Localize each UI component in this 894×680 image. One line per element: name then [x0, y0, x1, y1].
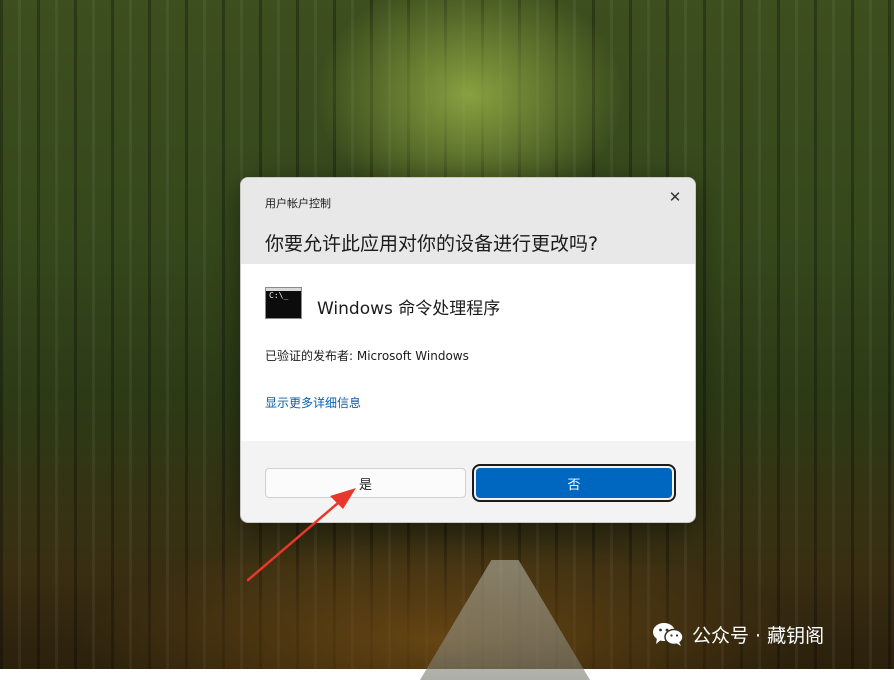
dialog-body: C:\_ Windows 命令处理程序 已验证的发布者: Microsoft W…	[241, 264, 695, 441]
app-name: Windows 命令处理程序	[317, 299, 501, 319]
icon-titlebar	[266, 288, 301, 291]
window-title: 用户帐户控制	[265, 197, 331, 210]
close-button[interactable]: ✕	[661, 184, 689, 210]
command-prompt-icon: C:\_	[265, 287, 302, 319]
dialog-header: 用户帐户控制 ✕ 你要允许此应用对你的设备进行更改吗?	[241, 178, 695, 264]
close-icon: ✕	[668, 188, 682, 206]
watermark-text: 公众号 · 藏钥阁	[692, 624, 825, 647]
watermark: 公众号 · 藏钥阁	[652, 620, 824, 648]
uac-dialog: 用户帐户控制 ✕ 你要允许此应用对你的设备进行更改吗? C:\_ Windows…	[240, 177, 696, 523]
wechat-icon	[653, 623, 684, 646]
show-more-details-link[interactable]: 显示更多详细信息	[265, 394, 361, 411]
wallpaper-path	[420, 560, 590, 680]
no-button[interactable]: 否	[472, 464, 676, 502]
yes-button[interactable]: 是	[265, 468, 466, 498]
verified-publisher: 已验证的发布者: Microsoft Windows	[265, 349, 469, 363]
permission-question: 你要允许此应用对你的设备进行更改吗?	[265, 233, 599, 255]
icon-prompt-text: C:\_	[269, 291, 289, 300]
